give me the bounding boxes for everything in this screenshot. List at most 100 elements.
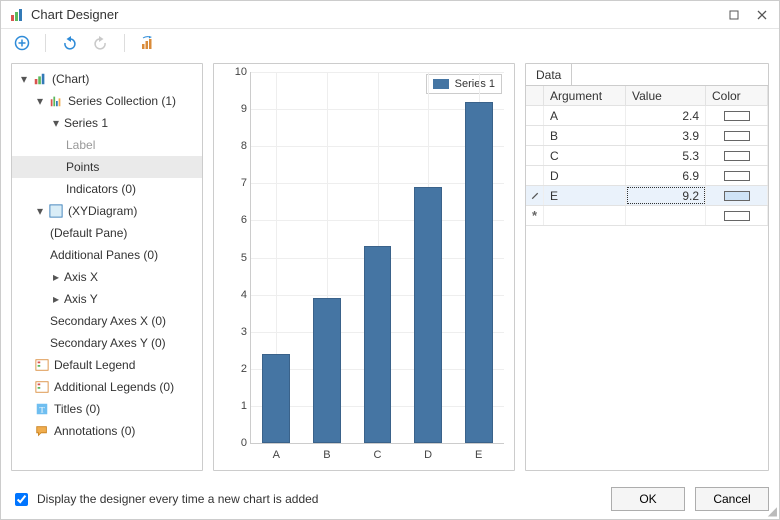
cell-color[interactable] <box>706 166 768 185</box>
tree-node-series-collection[interactable]: ▾ Series Collection (1) <box>12 90 202 112</box>
cell-color[interactable] <box>706 186 768 205</box>
tab-data[interactable]: Data <box>526 64 572 85</box>
y-tick-label: 7 <box>227 177 247 189</box>
bar <box>414 187 442 443</box>
x-tick-label: B <box>323 449 330 461</box>
y-tick-label: 9 <box>227 103 247 115</box>
cell-color[interactable] <box>706 206 768 225</box>
tree-node-series-1[interactable]: ▾ Series 1 <box>12 112 202 134</box>
row-gutter: * <box>526 206 544 225</box>
ok-button[interactable]: OK <box>611 487 685 511</box>
table-row[interactable]: C5.3 <box>526 146 768 166</box>
tree-node-label[interactable]: Label <box>12 134 202 156</box>
change-chart-type-button[interactable] <box>137 32 159 54</box>
chart-preview: Series 1 012345678910ABCDE <box>213 63 515 471</box>
tree-label: Label <box>66 138 95 152</box>
table-row-new[interactable]: * <box>526 206 768 226</box>
redo-button[interactable] <box>90 32 112 54</box>
tree-node-points[interactable]: Points <box>12 156 202 178</box>
tree-label: Series 1 <box>64 116 108 130</box>
cell-argument[interactable]: C <box>544 146 626 165</box>
tree-node-default-legend[interactable]: Default Legend <box>12 354 202 376</box>
cell-argument[interactable] <box>544 206 626 225</box>
titlebar: Chart Designer <box>1 1 779 29</box>
tree-node-chart[interactable]: ▾ (Chart) <box>12 68 202 90</box>
structure-tree[interactable]: ▾ (Chart) ▾ Series Collection (1) ▾ Seri… <box>11 63 203 471</box>
tree-label: Annotations (0) <box>54 424 135 438</box>
row-gutter <box>526 166 544 185</box>
maximize-button[interactable] <box>721 5 747 25</box>
y-tick-label: 2 <box>227 363 247 375</box>
tree-node-titles[interactable]: T Titles (0) <box>12 398 202 420</box>
tree-node-indicators[interactable]: Indicators (0) <box>12 178 202 200</box>
cell-value[interactable]: 5.3 <box>626 146 706 165</box>
resize-grip-icon[interactable]: ◢ <box>768 505 777 517</box>
tree-node-annotations[interactable]: Annotations (0) <box>12 420 202 442</box>
color-swatch <box>724 191 750 201</box>
tree-node-axis-x[interactable]: ▸ Axis X <box>12 266 202 288</box>
table-row[interactable]: A2.4 <box>526 106 768 126</box>
tree-node-xydiagram[interactable]: ▾ (XYDiagram) <box>12 200 202 222</box>
checkbox-label: Display the designer every time a new ch… <box>37 492 318 506</box>
col-color[interactable]: Color <box>706 86 768 105</box>
table-row[interactable]: D6.9 <box>526 166 768 186</box>
tree-label: Axis X <box>64 270 98 284</box>
color-swatch <box>724 111 750 121</box>
cell-color[interactable] <box>706 106 768 125</box>
tree-node-additional-legends[interactable]: Additional Legends (0) <box>12 376 202 398</box>
window-title: Chart Designer <box>31 7 118 22</box>
tree-label: Secondary Axes X (0) <box>50 314 166 328</box>
table-row[interactable]: B3.9 <box>526 126 768 146</box>
tree-label: (XYDiagram) <box>68 204 137 218</box>
col-argument[interactable]: Argument <box>544 86 626 105</box>
cell-argument[interactable]: D <box>544 166 626 185</box>
grid-header: Argument Value Color <box>526 86 768 106</box>
y-tick-label: 1 <box>227 400 247 412</box>
tree-node-sec-axes-x[interactable]: Secondary Axes X (0) <box>12 310 202 332</box>
cell-value[interactable]: 9.2 <box>626 186 706 205</box>
data-grid-panel: Data Argument Value Color A2.4B3.9C5.3D6… <box>525 63 769 471</box>
undo-button[interactable] <box>58 32 80 54</box>
grid-tabs: Data <box>526 64 768 86</box>
toolbar <box>1 29 779 57</box>
y-tick-label: 4 <box>227 289 247 301</box>
col-value[interactable]: Value <box>626 86 706 105</box>
checkbox-input[interactable] <box>15 493 28 506</box>
bar <box>313 298 341 443</box>
tree-label: Additional Panes (0) <box>50 248 158 262</box>
plot-area: 012345678910ABCDE <box>250 72 504 444</box>
svg-text:T: T <box>39 405 45 415</box>
gutter-header <box>526 86 544 105</box>
grid-body: A2.4B3.9C5.3D6.9E9.2* <box>526 106 768 226</box>
cell-value[interactable] <box>626 206 706 225</box>
cancel-button[interactable]: Cancel <box>695 487 769 511</box>
body: ▾ (Chart) ▾ Series Collection (1) ▾ Seri… <box>1 57 779 479</box>
cell-color[interactable] <box>706 126 768 145</box>
tree-node-default-pane[interactable]: (Default Pane) <box>12 222 202 244</box>
cell-value[interactable]: 2.4 <box>626 106 706 125</box>
tree-node-additional-panes[interactable]: Additional Panes (0) <box>12 244 202 266</box>
y-tick-label: 0 <box>227 437 247 449</box>
cell-color[interactable] <box>706 146 768 165</box>
tree-label: Titles (0) <box>54 402 100 416</box>
cell-value[interactable]: 6.9 <box>626 166 706 185</box>
add-button[interactable] <box>11 32 33 54</box>
tree-node-axis-y[interactable]: ▸ Axis Y <box>12 288 202 310</box>
cell-argument[interactable]: B <box>544 126 626 145</box>
x-tick-label: C <box>374 449 382 461</box>
footer: Display the designer every time a new ch… <box>1 479 779 519</box>
row-gutter <box>526 106 544 125</box>
tree-node-sec-axes-y[interactable]: Secondary Axes Y (0) <box>12 332 202 354</box>
diagram-icon <box>48 203 64 219</box>
table-row[interactable]: E9.2 <box>526 186 768 206</box>
row-gutter <box>526 126 544 145</box>
cell-argument[interactable]: A <box>544 106 626 125</box>
display-designer-checkbox[interactable]: Display the designer every time a new ch… <box>11 490 318 509</box>
chevron-down-icon: ▾ <box>34 205 46 217</box>
chevron-down-icon: ▾ <box>34 95 46 107</box>
bar <box>262 354 290 443</box>
x-tick-label: A <box>273 449 280 461</box>
close-button[interactable] <box>749 5 775 25</box>
cell-value[interactable]: 3.9 <box>626 126 706 145</box>
cell-argument[interactable]: E <box>544 186 626 205</box>
